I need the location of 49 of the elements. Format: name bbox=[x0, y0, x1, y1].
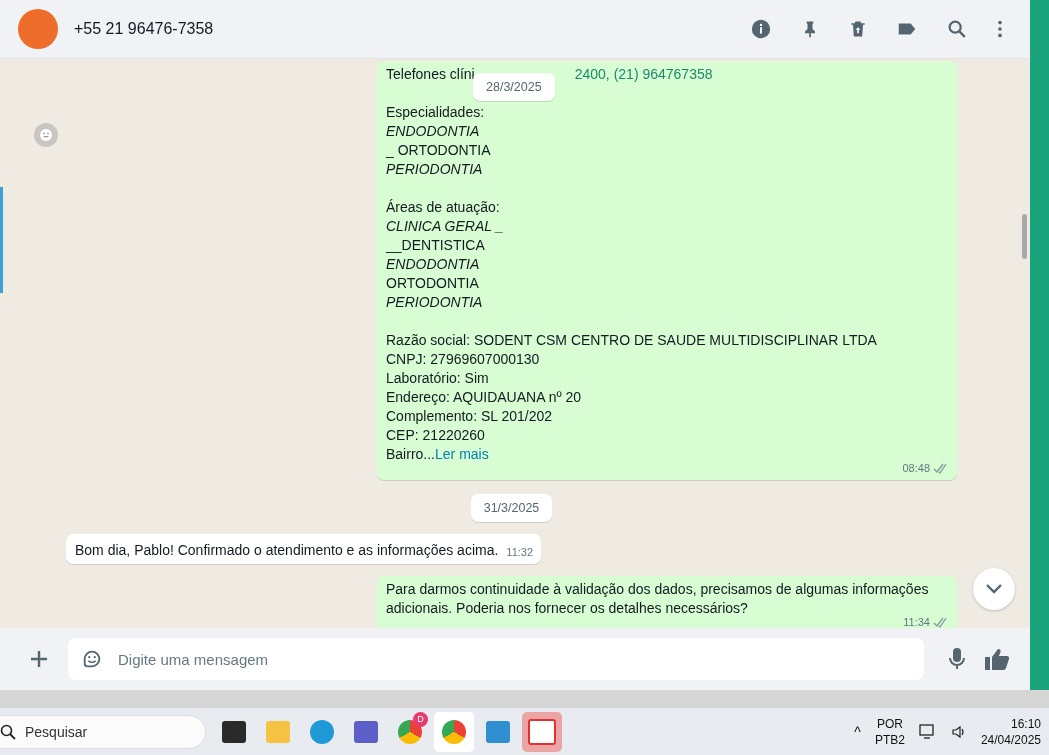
message-line: Telefones clíni bbox=[386, 65, 475, 84]
message-time: 08:48 bbox=[902, 462, 930, 474]
message-line: _ ORTODONTIA bbox=[386, 141, 492, 160]
search-icon bbox=[0, 723, 16, 740]
info-icon[interactable] bbox=[750, 18, 772, 40]
profile-badge: D bbox=[413, 711, 428, 727]
message-line: CNPJ: 27969607000130 bbox=[386, 350, 541, 369]
date-chip: 31/3/2025 bbox=[470, 494, 553, 522]
double-check-icon bbox=[933, 616, 949, 628]
scrollbar[interactable] bbox=[1022, 214, 1027, 259]
contact-avatar[interactable] bbox=[18, 9, 58, 49]
message-line: Bairro... bbox=[386, 446, 435, 462]
tray-chevron[interactable]: ^ bbox=[854, 723, 861, 740]
language-indicator[interactable]: POR PTB2 bbox=[874, 715, 905, 748]
date-chip: 28/3/2025 bbox=[473, 73, 555, 101]
message-link[interactable]: Ler mais bbox=[435, 446, 489, 462]
message-line: ORTODONTIA bbox=[386, 274, 480, 293]
message-line: CLINICA GERAL _ bbox=[386, 217, 505, 236]
microphone-icon[interactable] bbox=[948, 647, 966, 671]
message-line: PERIODONTIA bbox=[386, 160, 484, 179]
menu-icon[interactable] bbox=[996, 18, 1004, 40]
message-line: PERIODONTIA bbox=[386, 293, 484, 312]
sticker-icon[interactable] bbox=[81, 648, 103, 670]
message-text: Bom dia, Pablo! Confirmado o atendimento e as informações acima. bbox=[75, 542, 499, 558]
contact-name[interactable]: +55 21 96476-7358 bbox=[74, 20, 214, 38]
chevron-down-icon bbox=[984, 583, 1004, 595]
message-line: Laboratório: Sim bbox=[386, 369, 490, 388]
message-line: Especialidades: bbox=[386, 103, 486, 122]
message-line: Áreas de atuação: bbox=[386, 198, 501, 217]
message-line: CEP: 21220260 bbox=[386, 426, 486, 445]
message-line: ENDODONTIA bbox=[386, 255, 481, 274]
message-line: Razão social: SODENT CSM CENTRO DE SAUDE MULTIDISCIPLINAR LTDA bbox=[386, 331, 878, 350]
message-line: Complemento: SL 201/202 bbox=[386, 407, 554, 426]
plus-icon[interactable] bbox=[28, 648, 50, 670]
message-line: Endereço: AQUIDAUANA nº 20 bbox=[386, 388, 582, 407]
scroll-down-button[interactable] bbox=[973, 568, 1015, 610]
clock[interactable]: 16:10 24/04/2025 bbox=[980, 715, 1041, 748]
message-link[interactable]: 2400, (21) 964767358 bbox=[574, 65, 713, 84]
message-line: __DENTISTICA bbox=[386, 236, 486, 255]
thumbs-up-icon[interactable] bbox=[984, 647, 1010, 671]
search-icon[interactable] bbox=[946, 18, 968, 40]
message-line: ENDODONTIA bbox=[386, 122, 481, 141]
message-input[interactable]: Digite uma mensagem bbox=[68, 638, 924, 680]
message-time: 11:34 bbox=[903, 616, 930, 628]
message-time: 11:32 bbox=[506, 546, 534, 558]
message-line: Para darmos continuidade à validação dos dados, precisamos de algumas informações adicionais. Poderia nos fornecer os detalhes necessários? bbox=[386, 580, 930, 618]
double-check-icon bbox=[933, 462, 949, 474]
taskbar-search[interactable]: Pesquisar bbox=[0, 714, 206, 749]
speaker-icon[interactable] bbox=[950, 723, 967, 740]
